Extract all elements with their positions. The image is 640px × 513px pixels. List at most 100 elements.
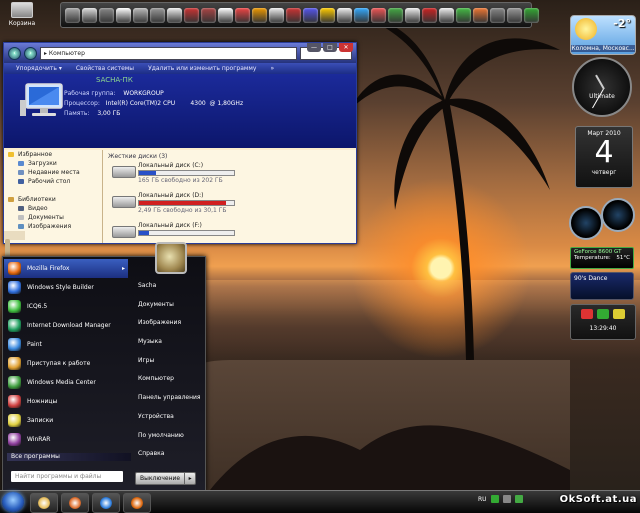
all-programs-label: Все программы (11, 453, 60, 460)
start-place-item[interactable]: Документы (135, 296, 203, 315)
calendar-gadget[interactable]: Март 2010 4 четверг (575, 126, 633, 188)
nav-item[interactable]: Видео (4, 204, 102, 213)
nav-item[interactable]: Документы (4, 213, 102, 222)
dock-app-icon[interactable] (218, 7, 233, 23)
dock-app-icon[interactable] (235, 7, 250, 23)
dock-app-icon[interactable] (354, 7, 369, 23)
dock-app-icon[interactable] (184, 7, 199, 23)
shutdown-button[interactable]: Выключение (135, 472, 186, 485)
dock-app-icon[interactable] (82, 7, 97, 23)
start-program-item[interactable]: Paint (4, 335, 128, 354)
program-label: ICQ6.5 (27, 303, 48, 310)
dock-app-icon[interactable] (405, 7, 420, 23)
start-place-item[interactable]: Справка (135, 445, 203, 464)
dock-app-icon[interactable] (507, 7, 522, 23)
start-place-item[interactable]: Изображения (135, 314, 203, 333)
dock-app-icon[interactable] (269, 7, 284, 23)
dock-app-icon[interactable] (320, 7, 335, 23)
close-button[interactable]: ✕ (339, 43, 353, 52)
back-button[interactable]: ‹ (8, 46, 21, 60)
drive-item[interactable]: Локальный диск (D:) 2,49 ГБ свободно из 3… (108, 192, 348, 220)
dock-app-icon[interactable] (490, 7, 505, 23)
start-program-item[interactable]: Internet Download Manager (4, 316, 128, 335)
dock-app-icon[interactable] (150, 7, 165, 23)
start-program-item[interactable]: Приступая к работе (4, 354, 128, 373)
network-icon[interactable] (490, 495, 499, 503)
dock-app-icon[interactable] (286, 7, 301, 23)
start-place-item[interactable]: Музыка (135, 333, 203, 352)
nav-item[interactable]: Рабочий стол (4, 177, 102, 186)
dock-app-icon[interactable] (252, 7, 267, 23)
user-avatar[interactable] (155, 242, 187, 274)
all-programs-button[interactable]: Все программы (7, 453, 131, 461)
start-place-item[interactable]: Компьютер (135, 370, 203, 389)
forward-button[interactable]: › (24, 46, 37, 60)
start-button[interactable] (2, 492, 24, 512)
weather-gadget[interactable]: -2° Коломна, Московс... (570, 15, 636, 55)
power-icon[interactable] (581, 309, 593, 319)
shutdown-options-button[interactable]: ▸ (185, 472, 197, 485)
navigation-scrollbar[interactable] (4, 231, 25, 269)
more-commands-button[interactable]: » (270, 65, 274, 72)
nav-item[interactable]: Загрузки (4, 159, 102, 168)
dock-app-icon[interactable] (337, 7, 352, 23)
taskbar-media-player-button[interactable] (61, 493, 89, 513)
dock-app-icon[interactable] (99, 7, 114, 23)
lock-icon[interactable] (613, 309, 625, 319)
taskbar-internet-explorer-button[interactable] (92, 493, 120, 513)
start-search-input[interactable]: Найти программы и файлы (11, 471, 123, 482)
dock-app-icon[interactable] (439, 7, 454, 23)
drive-item[interactable]: Локальный диск (C:) 165 ГБ свободно из 20… (108, 162, 348, 190)
nav-item[interactable]: Избранное (4, 150, 102, 159)
program-icon (8, 319, 21, 332)
clock-gadget[interactable]: Ultimate (572, 57, 632, 117)
dock-app-icon[interactable] (201, 7, 216, 23)
gadget-time: 13:29:40 (589, 325, 617, 332)
uninstall-program-button[interactable]: Удалить или изменить программу (148, 65, 256, 72)
recycle-bin-shortcut[interactable]: Корзина (2, 2, 42, 27)
dock-app-icon[interactable] (388, 7, 403, 23)
start-place-item[interactable]: Sacha (135, 277, 203, 296)
hard-drives-group-header[interactable]: Жесткие диски (3) (108, 153, 348, 160)
organize-button[interactable]: Упорядочить ▾ (16, 65, 62, 72)
dock-app-icon[interactable] (456, 7, 471, 23)
start-program-item[interactable]: Ножницы (4, 392, 128, 411)
nav-item[interactable]: Изображения (4, 222, 102, 231)
nav-item[interactable]: Недавние места (4, 168, 102, 177)
start-place-item[interactable]: По умолчанию (135, 427, 203, 446)
taskbar-explorer-button[interactable] (30, 493, 58, 513)
start-program-item[interactable]: Windows Media Center (4, 373, 128, 392)
start-program-item[interactable]: Windows Style Builder (4, 278, 128, 297)
volume-icon[interactable] (502, 495, 511, 503)
taskbar-firefox-button[interactable] (123, 493, 151, 513)
nav-item[interactable]: Библиотеки (4, 195, 102, 204)
dock-app-icon[interactable] (65, 7, 80, 23)
dock-app-icon[interactable] (422, 7, 437, 23)
nav-folder-icon (18, 161, 24, 166)
drive-item[interactable]: Локальный диск (F:) (108, 222, 348, 250)
start-program-item[interactable]: Записки (4, 411, 128, 430)
dock-app-icon[interactable] (303, 7, 318, 23)
cpu-meter-gadget[interactable] (569, 196, 637, 246)
dock-app-icon[interactable] (473, 7, 488, 23)
start-program-item[interactable]: WinRAR (4, 430, 128, 449)
dock-app-icon[interactable] (524, 7, 539, 23)
dock-app-icon[interactable] (116, 7, 131, 23)
radio-gadget[interactable]: 90's Dance (570, 272, 634, 300)
minimize-button[interactable]: — (307, 43, 321, 52)
system-properties-button[interactable]: Свойства системы (76, 65, 134, 72)
dock-app-icon[interactable] (133, 7, 148, 23)
start-program-item[interactable]: Mozilla Firefox ▸ (4, 259, 128, 278)
gpu-monitor-gadget[interactable]: GeForce 8600 GT Temperature: 51°C (570, 247, 634, 269)
maximize-button[interactable]: □ (323, 43, 337, 52)
restart-icon[interactable] (597, 309, 609, 319)
dock-app-icon[interactable] (167, 7, 182, 23)
language-indicator[interactable]: RU (478, 496, 487, 503)
tray-app-icon[interactable] (514, 495, 523, 503)
start-place-item[interactable]: Панель управления (135, 389, 203, 408)
start-place-item[interactable]: Устройства (135, 408, 203, 427)
dock-app-icon[interactable] (371, 7, 386, 23)
address-bar[interactable]: ▸ Компьютер (40, 46, 297, 60)
start-program-item[interactable]: ICQ6.5 (4, 297, 128, 316)
start-place-item[interactable]: Игры (135, 352, 203, 371)
